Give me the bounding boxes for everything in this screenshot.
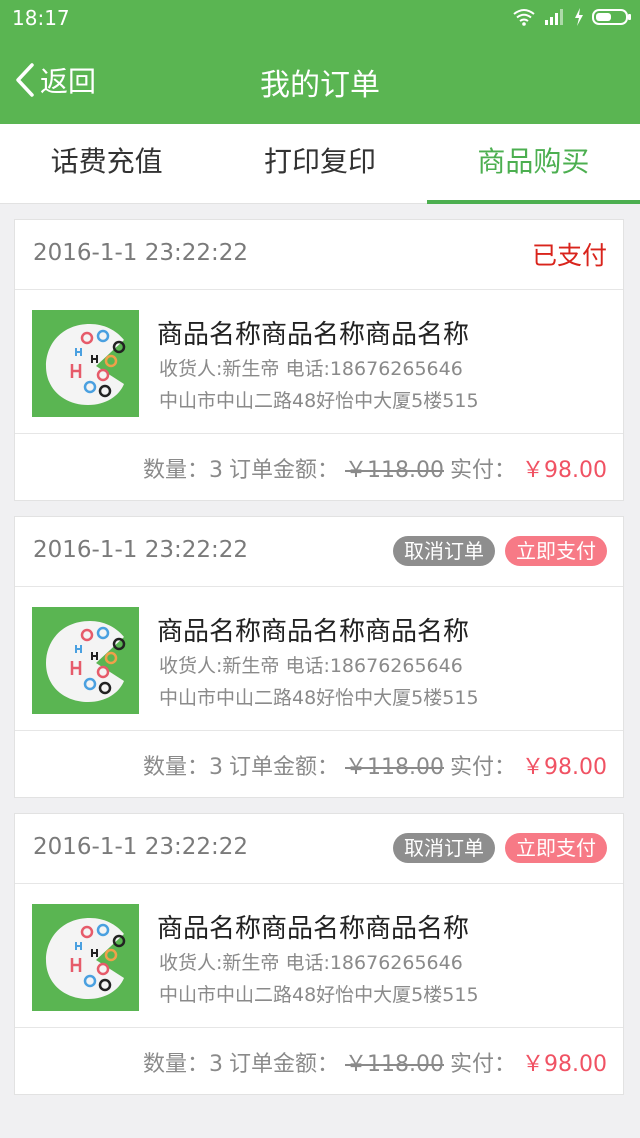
- summary-line: 数量：3 订单金额： ￥118.00 实付： ￥98.00: [143, 1046, 607, 1078]
- shipping-address: 中山市中山二路48好怡中大厦5楼515: [159, 984, 479, 1006]
- wifi-icon: [513, 9, 535, 26]
- tab-phone-recharge[interactable]: 话费充值: [0, 124, 213, 203]
- tab-print-copy[interactable]: 打印复印: [213, 124, 426, 203]
- status-icons: [512, 6, 632, 28]
- battery-icon: [592, 9, 631, 25]
- amount-label: 订单金额：: [229, 458, 340, 483]
- product-thumbnail-icon: [46, 324, 126, 405]
- order-item[interactable]: 商品名称商品名称商品名称 收货人:新生帝 电话:18676265646 中山市中…: [15, 884, 623, 1028]
- pay-now-button[interactable]: 立即支付: [505, 833, 607, 863]
- order-item[interactable]: 商品名称商品名称商品名称 收货人:新生帝 电话:18676265646 中山市中…: [15, 587, 623, 731]
- original-amount: ￥118.00: [345, 1052, 444, 1077]
- product-thumbnail: [32, 310, 139, 417]
- paid-amount: ￥98.00: [522, 458, 607, 483]
- receiver-info: 收货人:新生帝 电话:18676265646: [159, 655, 463, 677]
- product-name: 商品名称商品名称商品名称: [157, 617, 470, 647]
- order-card: 2016-1-1 23:22:22 已支付 商品名称商品名称商品名称 收货人:新…: [14, 219, 624, 501]
- original-amount: ￥118.00: [345, 458, 444, 483]
- paid-amount: ￥98.00: [522, 1052, 607, 1077]
- product-thumbnail-icon: [46, 918, 126, 999]
- order-item[interactable]: 商品名称商品名称商品名称 收货人:新生帝 电话:18676265646 中山市中…: [15, 290, 623, 434]
- tab-goods-purchase[interactable]: 商品购买: [426, 124, 640, 204]
- paid-label: 实付：: [450, 458, 517, 483]
- signal-icon: [545, 9, 563, 25]
- paid-label: 实付：: [450, 755, 517, 780]
- product-name: 商品名称商品名称商品名称: [157, 914, 470, 944]
- product-name: 商品名称商品名称商品名称: [157, 320, 470, 350]
- product-thumbnail: [32, 904, 139, 1011]
- order-status: 已支付: [531, 241, 607, 270]
- order-date: 2016-1-1 23:22:22: [33, 537, 249, 563]
- order-date: 2016-1-1 23:22:22: [33, 240, 249, 266]
- order-header: 2016-1-1 23:22:22 取消订单 立即支付: [15, 517, 623, 587]
- order-header: 2016-1-1 23:22:22 已支付: [15, 220, 623, 290]
- original-amount: ￥118.00: [345, 755, 444, 780]
- pay-now-button[interactable]: 立即支付: [505, 536, 607, 566]
- status-time: 18:17: [12, 6, 70, 30]
- order-summary: 数量：3 订单金额： ￥118.00 实付： ￥98.00: [15, 434, 623, 500]
- product-thumbnail: [32, 607, 139, 714]
- status-bar: 18:17: [0, 0, 640, 36]
- cancel-order-button[interactable]: 取消订单: [393, 536, 495, 566]
- product-thumbnail-icon: [46, 621, 126, 702]
- order-summary: 数量：3 订单金额： ￥118.00 实付： ￥98.00: [15, 1028, 623, 1094]
- page-title: 我的订单: [260, 68, 380, 103]
- paid-label: 实付：: [450, 1052, 517, 1077]
- order-summary: 数量：3 订单金额： ￥118.00 实付： ￥98.00: [15, 731, 623, 797]
- quantity: 数量：3: [143, 458, 223, 483]
- order-date: 2016-1-1 23:22:22: [33, 834, 249, 860]
- shipping-address: 中山市中山二路48好怡中大厦5楼515: [159, 687, 479, 709]
- order-card: 2016-1-1 23:22:22 取消订单 立即支付 商品名称商品名称商品名称…: [14, 516, 624, 798]
- receiver-info: 收货人:新生帝 电话:18676265646: [159, 358, 463, 380]
- receiver-info: 收货人:新生帝 电话:18676265646: [159, 952, 463, 974]
- shipping-address: 中山市中山二路48好怡中大厦5楼515: [159, 390, 479, 412]
- order-card: 2016-1-1 23:22:22 取消订单 立即支付 商品名称商品名称商品名称…: [14, 813, 624, 1095]
- cancel-order-button[interactable]: 取消订单: [393, 833, 495, 863]
- summary-line: 数量：3 订单金额： ￥118.00 实付： ￥98.00: [143, 452, 607, 484]
- quantity: 数量：3: [143, 755, 223, 780]
- charging-icon: [575, 8, 583, 26]
- paid-amount: ￥98.00: [522, 755, 607, 780]
- amount-label: 订单金额：: [229, 755, 340, 780]
- navigation-bar: 返回 我的订单: [0, 36, 640, 124]
- amount-label: 订单金额：: [229, 1052, 340, 1077]
- summary-line: 数量：3 订单金额： ￥118.00 实付： ￥98.00: [143, 749, 607, 781]
- order-tabs: 话费充值 打印复印 商品购买: [0, 124, 640, 204]
- order-header: 2016-1-1 23:22:22 取消订单 立即支付: [15, 814, 623, 884]
- quantity: 数量：3: [143, 1052, 223, 1077]
